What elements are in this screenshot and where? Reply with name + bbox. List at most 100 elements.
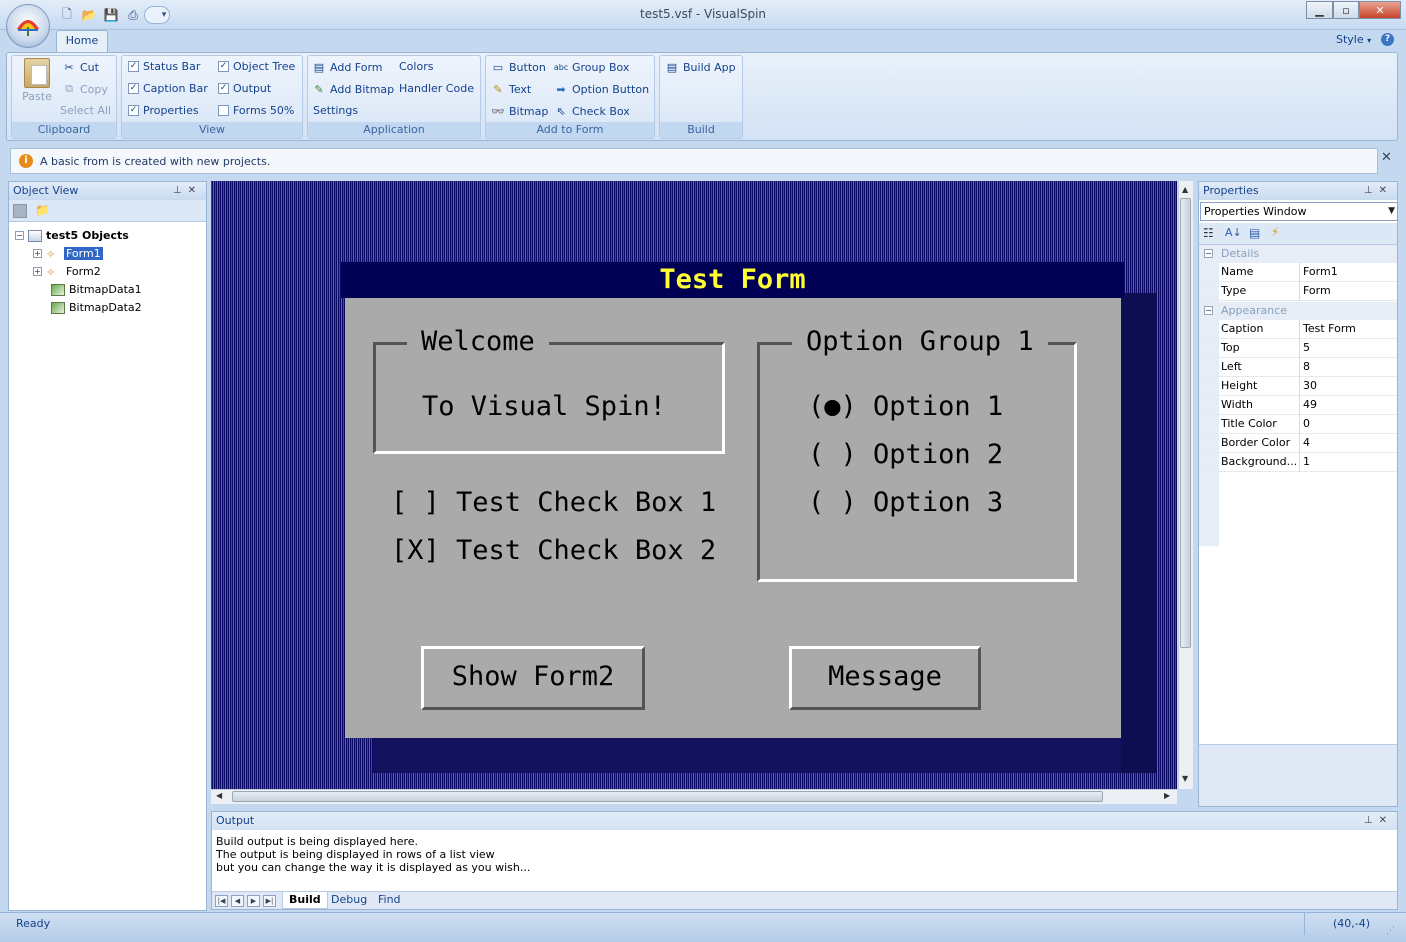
scroll-right-icon[interactable]: ▶ xyxy=(1164,791,1170,800)
welcome-text[interactable]: To Visual Spin! xyxy=(422,391,666,423)
collapse-icon[interactable]: − xyxy=(15,231,24,240)
category-appearance[interactable]: − Appearance xyxy=(1199,302,1397,320)
property-row-name[interactable]: Name Form1 xyxy=(1199,263,1397,282)
object-tree-checkbox[interactable]: ✓ Object Tree xyxy=(218,60,295,73)
style-menu[interactable]: Style ▾ xyxy=(1336,33,1371,46)
next-tab-icon[interactable]: ▶ xyxy=(247,895,260,907)
property-row-caption[interactable]: Caption Test Form xyxy=(1199,320,1397,339)
tree-item-bitmapdata2[interactable]: BitmapData2 xyxy=(51,301,142,314)
scroll-left-icon[interactable]: ◀ xyxy=(216,791,222,800)
form-title-bar[interactable]: Test Form xyxy=(341,262,1124,298)
status-bar-checkbox[interactable]: ✓ Status Bar xyxy=(128,60,200,73)
tab-find[interactable]: Find xyxy=(372,892,407,909)
output-checkbox[interactable]: ✓ Output xyxy=(218,82,271,95)
properties-object-select[interactable]: Properties Window ▼ xyxy=(1200,202,1398,221)
property-pages-icon[interactable]: ▤ xyxy=(1249,226,1260,240)
info-close-icon[interactable]: ✕ xyxy=(1381,150,1392,165)
form-body[interactable]: Welcome To Visual Spin! [ ] Test Check B… xyxy=(345,298,1121,738)
categorized-icon[interactable]: ☷ xyxy=(1203,226,1214,240)
application-button[interactable] xyxy=(6,4,50,48)
sort-alpha-icon[interactable]: A↓ xyxy=(1225,226,1242,239)
copy-button[interactable]: ⧉ Copy xyxy=(62,82,108,96)
settings-button[interactable]: Settings xyxy=(313,104,358,117)
properties-checkbox[interactable]: ✓ Properties xyxy=(128,104,199,117)
style-label: Style xyxy=(1336,33,1364,46)
tree-item-bitmapdata1[interactable]: BitmapData1 xyxy=(51,283,142,296)
paste-button[interactable]: Paste xyxy=(18,58,56,103)
add-option-button-button[interactable]: ➡ Option Button xyxy=(554,82,649,96)
maximize-button[interactable]: ▫ xyxy=(1333,1,1359,19)
add-check-box-button[interactable]: ⇖ Check Box xyxy=(554,104,629,118)
handler-code-button[interactable]: Handler Code xyxy=(399,82,474,95)
add-bitmap-button[interactable]: ✎ Add Bitmap xyxy=(312,82,394,96)
test-check-box-2[interactable]: [X] Test Check Box 2 xyxy=(391,535,716,567)
events-lightning-icon[interactable]: ⚡ xyxy=(1271,225,1279,239)
close-icon[interactable]: ✕ xyxy=(1379,185,1393,196)
collapse-icon[interactable]: − xyxy=(1204,306,1213,315)
minimize-button[interactable]: ▁ xyxy=(1306,1,1333,19)
forms-50-checkbox[interactable]: Forms 50% xyxy=(218,104,294,117)
option-2[interactable]: ( ) Option 2 xyxy=(808,439,1003,471)
add-group-box-button[interactable]: abc Group Box xyxy=(553,60,630,74)
group-box-icon: abc xyxy=(553,62,569,72)
close-icon[interactable]: ✕ xyxy=(1379,815,1393,826)
tree-root[interactable]: − test5 Objects xyxy=(15,229,129,242)
add-form-button[interactable]: ▤ Add Form xyxy=(312,60,383,74)
output-tab-strip: |◀ ◀ ▶ ▶| Build Debug Find xyxy=(212,891,1397,909)
build-app-button[interactable]: ▤ Build App xyxy=(665,60,736,74)
caption-bar-checkbox[interactable]: ✓ Caption Bar xyxy=(128,82,208,95)
colors-button[interactable]: Colors xyxy=(399,60,433,73)
option-3[interactable]: ( ) Option 3 xyxy=(808,487,1003,519)
bitmap-icon xyxy=(51,301,65,314)
chevron-down-icon: ▾ xyxy=(1367,36,1372,45)
add-bitmap-control-button[interactable]: 👓 Bitmap xyxy=(491,104,548,118)
property-row-title-color[interactable]: Title Color 0 xyxy=(1199,415,1397,434)
cut-button[interactable]: ✂ Cut xyxy=(62,60,99,74)
tab-home[interactable]: Home xyxy=(56,30,108,52)
pin-icon[interactable]: ⊥ xyxy=(1364,815,1379,826)
prev-tab-icon[interactable]: ◀ xyxy=(231,895,244,907)
expand-icon[interactable]: + xyxy=(33,267,42,276)
option-1[interactable]: (●) Option 1 xyxy=(808,391,1003,423)
object-view-title: Object View xyxy=(13,184,79,197)
tab-build[interactable]: Build xyxy=(282,892,328,909)
property-row-type[interactable]: Type Form xyxy=(1199,282,1397,301)
collapse-icon[interactable]: − xyxy=(1204,249,1213,258)
property-row-top[interactable]: Top 5 xyxy=(1199,339,1397,358)
category-details[interactable]: − Details xyxy=(1199,245,1397,263)
expand-icon[interactable]: + xyxy=(33,249,42,258)
message-button[interactable]: Message xyxy=(789,646,981,710)
bitmap-icon xyxy=(51,283,65,296)
pin-icon[interactable]: ⊥ xyxy=(1364,185,1379,196)
checkbox-checked: ✓ xyxy=(128,105,139,116)
select-all-button[interactable]: Select All xyxy=(60,104,111,117)
new-folder-icon[interactable]: 📁 xyxy=(35,203,50,217)
horizontal-scroll-thumb[interactable] xyxy=(232,791,1103,802)
last-tab-icon[interactable]: ▶| xyxy=(263,895,276,907)
property-row-width[interactable]: Width 49 xyxy=(1199,396,1397,415)
property-row-border-color[interactable]: Border Color 4 xyxy=(1199,434,1397,453)
properties-toggle-icon[interactable] xyxy=(13,204,27,218)
vertical-scroll-thumb[interactable] xyxy=(1180,198,1191,648)
resize-grip-icon[interactable]: ⋰ xyxy=(1386,926,1395,936)
scroll-up-icon[interactable]: ▲ xyxy=(1182,185,1188,194)
info-bar: i A basic from is created with new proje… xyxy=(10,148,1378,174)
property-row-height[interactable]: Height 30 xyxy=(1199,377,1397,396)
test-check-box-1[interactable]: [ ] Test Check Box 1 xyxy=(391,487,716,519)
close-button[interactable]: ✕ xyxy=(1359,1,1401,19)
output-pane: Output ⊥✕ Build output is being displaye… xyxy=(211,811,1398,910)
scroll-down-icon[interactable]: ▼ xyxy=(1182,774,1188,783)
tree-item-form2[interactable]: + ✧ Form2 xyxy=(33,265,103,279)
add-text-button[interactable]: ✎ Text xyxy=(491,82,531,96)
pin-icon[interactable]: ⊥ xyxy=(173,185,188,196)
add-button-button[interactable]: ▭ Button xyxy=(491,60,546,74)
show-form2-button[interactable]: Show Form2 xyxy=(421,646,645,710)
first-tab-icon[interactable]: |◀ xyxy=(215,895,228,907)
property-row-left[interactable]: Left 8 xyxy=(1199,358,1397,377)
tree-item-form1[interactable]: + ✧ Form1 xyxy=(33,247,103,261)
property-row-background[interactable]: Background... 1 xyxy=(1199,453,1397,472)
tab-debug[interactable]: Debug xyxy=(325,892,373,909)
object-view-toolbar: 📁 xyxy=(9,200,206,222)
help-icon[interactable]: ? xyxy=(1381,33,1394,46)
close-icon[interactable]: ✕ xyxy=(188,185,202,196)
